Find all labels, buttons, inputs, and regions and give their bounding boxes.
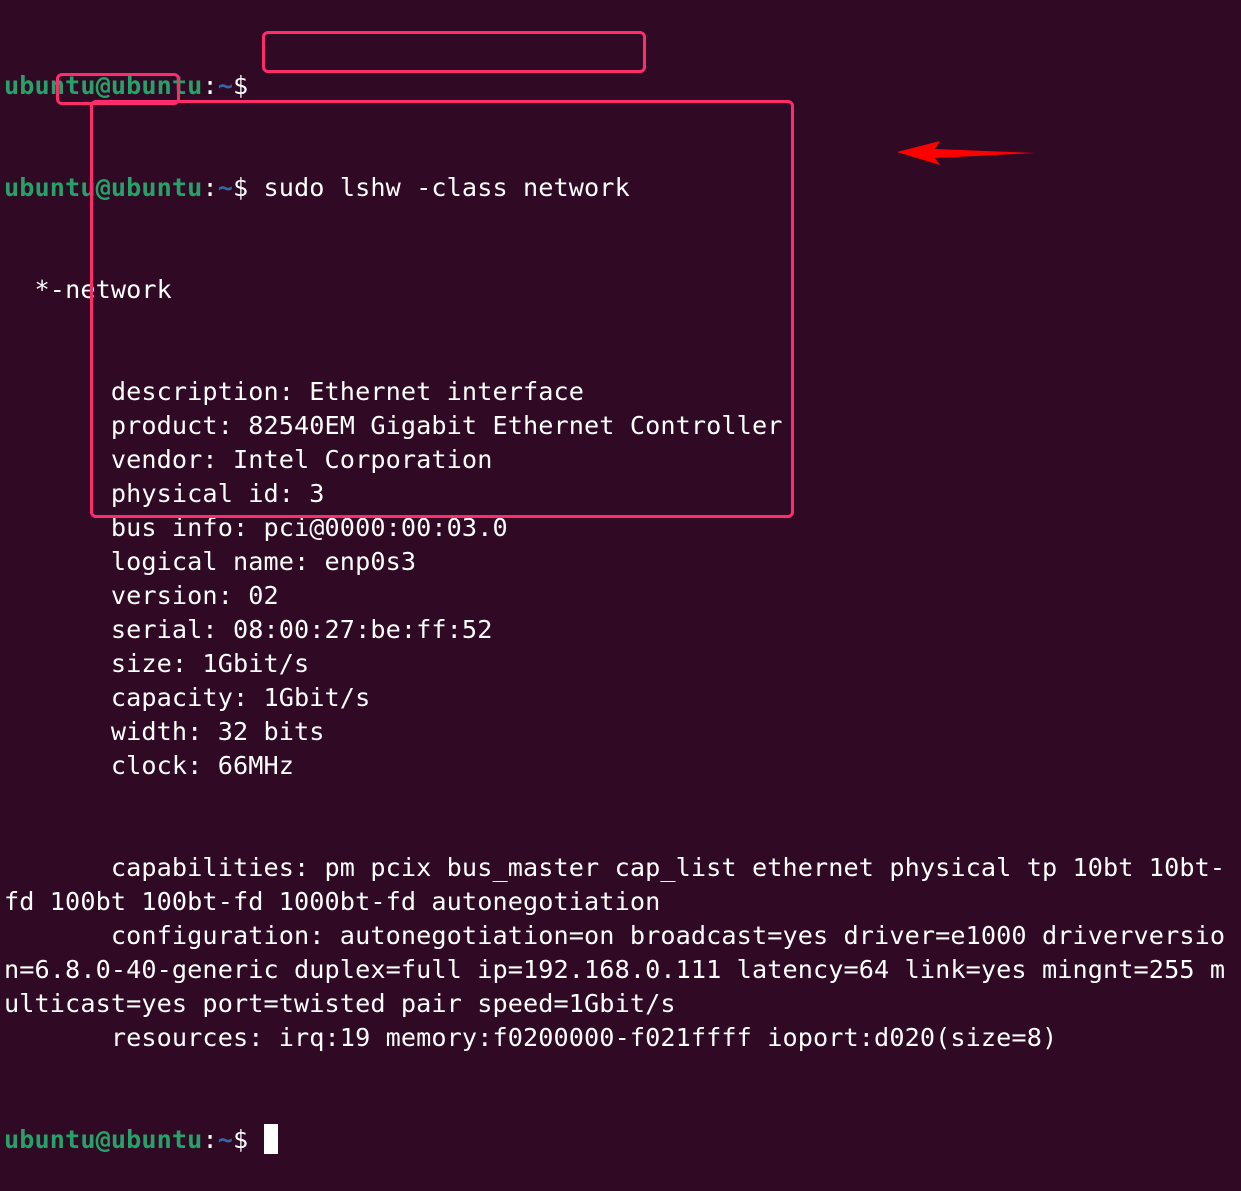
output-line: ulticast=yes port=twisted pair speed=1Gb… (4, 989, 676, 1018)
highlight-box-fields (90, 100, 794, 518)
output-field-line: clock: 66MHz (4, 751, 295, 780)
prompt-symbol: $ (232, 1125, 249, 1154)
output-line: resources: irq:19 memory:f0200000-f021ff… (4, 1023, 1058, 1052)
output-field-line: version: 02 (4, 581, 279, 610)
red-arrow-icon (897, 141, 1035, 165)
output-line: configuration: autonegotiation=on broadc… (4, 921, 1226, 950)
prompt-path: ~ (217, 1125, 233, 1154)
output-line: capabilities: pm pcix bus_master cap_lis… (4, 853, 1226, 882)
output-field-line: capacity: 1Gbit/s (4, 683, 371, 712)
prompt-path: ~ (217, 71, 233, 100)
prompt-symbol: $ (232, 71, 249, 100)
output-field-line: width: 32 bits (4, 717, 325, 746)
text-cursor (263, 1124, 278, 1154)
prompt-line-final: ubuntu@ubuntu:~$ (4, 1123, 1225, 1157)
prompt-line: ubuntu@ubuntu:~$ (4, 69, 1225, 103)
output-line: n=6.8.0-40-generic duplex=full ip=192.16… (4, 955, 1226, 984)
output-field-line: serial: 08:00:27:be:ff:52 (4, 615, 493, 644)
highlight-box-command (262, 31, 646, 73)
prompt-separator: : (202, 1125, 218, 1154)
output-line: fd 100bt 100bt-fd 1000bt-fd autonegotiat… (4, 887, 661, 916)
node-prefix: *- (4, 275, 66, 304)
output-field-line: size: 1Gbit/s (4, 649, 310, 678)
prompt-user-host: ubuntu@ubuntu (4, 1125, 203, 1154)
prompt-separator: : (202, 71, 218, 100)
output-field-line: logical name: enp0s3 (4, 547, 417, 576)
